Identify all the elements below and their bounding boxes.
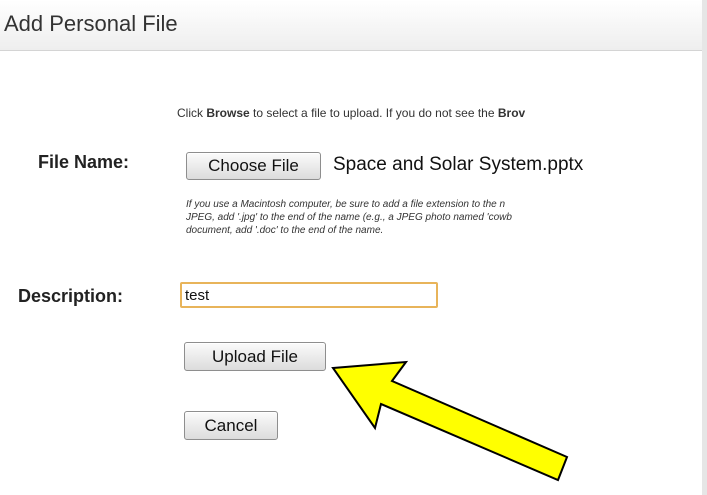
arrow-shape — [331, 360, 569, 482]
add-personal-file-dialog: Add Personal File Click Browse to select… — [0, 0, 707, 495]
arrow-pointing-to-upload-icon — [331, 360, 569, 482]
